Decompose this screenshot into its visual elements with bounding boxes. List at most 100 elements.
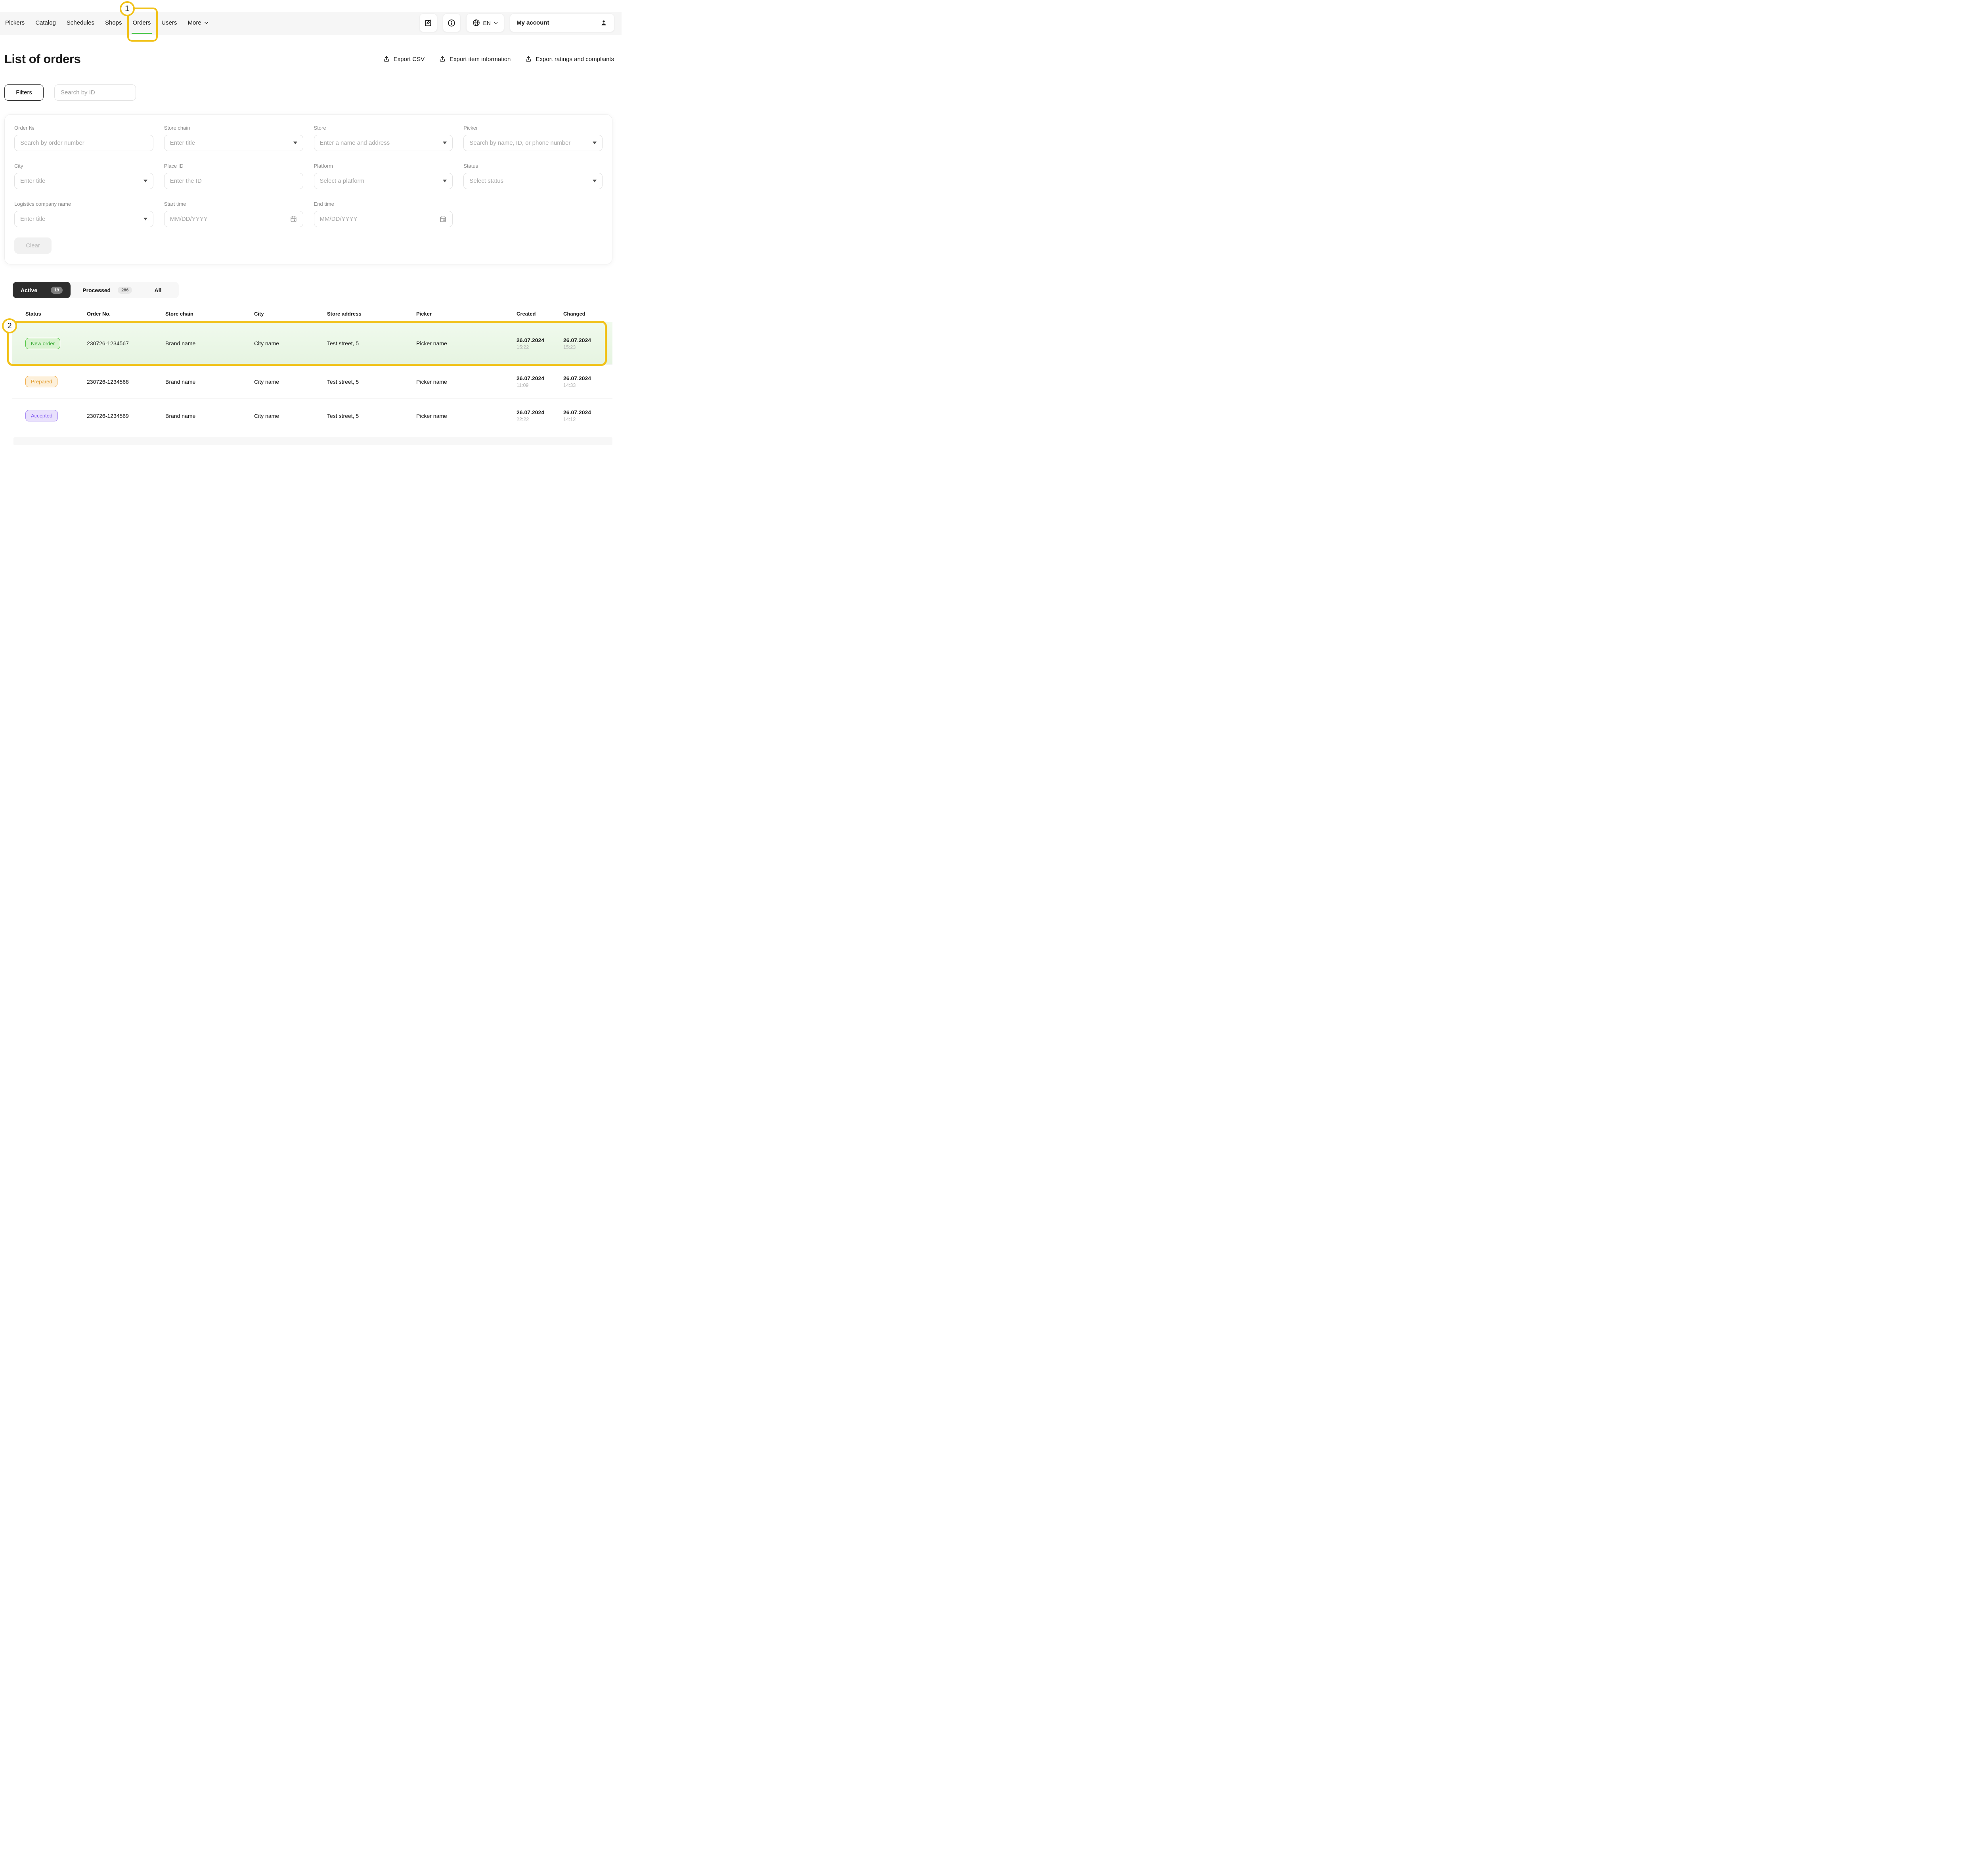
tab-processed-count-badge: 286: [118, 287, 132, 294]
start-time-date-input[interactable]: MM/DD/YYYY: [164, 211, 303, 227]
export-item-information-label: Export item information: [450, 56, 511, 63]
nav-item-more-label: More: [188, 19, 201, 26]
filter-field-logistics-company: Logistics company name Enter title: [14, 201, 153, 227]
cell-changed: 26.07.2024 14:12: [563, 409, 612, 422]
cell-store-chain: Brand name: [165, 379, 254, 385]
my-account-button[interactable]: My account: [510, 13, 614, 32]
dropdown-caret-icon: [443, 180, 447, 182]
export-csv-button[interactable]: Export CSV: [383, 56, 425, 63]
cell-changed: 26.07.2024 14:33: [563, 375, 612, 388]
end-time-date-input[interactable]: MM/DD/YYYY: [314, 211, 453, 227]
orders-table: Status Order No. Store chain City Store …: [12, 298, 612, 445]
field-label: Start time: [164, 201, 303, 207]
column-header-store-address: Store address: [327, 311, 416, 317]
status-badge: Accepted: [25, 410, 58, 421]
filter-grid: Order № Store chain Enter title Store En…: [14, 125, 603, 227]
clear-filters-button[interactable]: Clear: [14, 237, 52, 254]
info-button[interactable]: [443, 13, 461, 32]
nav-item-pickers[interactable]: Pickers: [5, 11, 25, 34]
filter-field-picker: Picker Search by name, ID, or phone numb…: [463, 125, 603, 151]
column-header-status: Status: [25, 311, 87, 317]
nav-item-orders[interactable]: Orders 1: [133, 11, 151, 34]
status-select[interactable]: Select status: [463, 173, 603, 189]
cell-changed: 26.07.2024 15:23: [563, 337, 612, 350]
city-select[interactable]: Enter title: [14, 173, 153, 189]
store-select[interactable]: Enter a name and address: [314, 135, 453, 151]
nav-item-shops[interactable]: Shops: [105, 11, 122, 34]
order-number-text-input[interactable]: [20, 140, 147, 146]
field-label: Order №: [14, 125, 153, 131]
export-csv-label: Export CSV: [394, 56, 425, 63]
list-controls: Filters: [4, 84, 622, 101]
place-id-text-input[interactable]: [170, 178, 297, 184]
logistics-company-select[interactable]: Enter title: [14, 211, 153, 227]
created-date: 26.07.2024: [517, 409, 563, 415]
cell-picker: Picker name: [416, 413, 517, 419]
nav-item-schedules[interactable]: Schedules: [67, 11, 94, 34]
cell-store-chain: Brand name: [165, 413, 254, 419]
field-label: City: [14, 163, 153, 169]
export-ratings-complaints-label: Export ratings and complaints: [536, 56, 614, 63]
top-navigation-bar: Pickers Catalog Schedules Shops Orders 1…: [0, 12, 622, 34]
created-time: 22:22: [517, 417, 563, 422]
cell-created: 26.07.2024 11:09: [517, 375, 563, 388]
table-row[interactable]: Prepared 230726-1234568 Brand name City …: [12, 364, 612, 398]
select-placeholder: Enter title: [170, 140, 195, 146]
changed-time: 14:33: [563, 383, 612, 388]
place-id-input[interactable]: [164, 173, 303, 189]
cell-picker: Picker name: [416, 379, 517, 385]
search-by-id-input[interactable]: [54, 84, 136, 101]
changed-date: 26.07.2024: [563, 375, 612, 381]
created-date: 26.07.2024: [517, 337, 563, 343]
cell-created: 26.07.2024 15:22: [517, 337, 563, 350]
tab-active[interactable]: Active 19: [13, 282, 71, 298]
filter-field-end-time: End time MM/DD/YYYY: [314, 201, 453, 227]
cell-created: 26.07.2024 22:22: [517, 409, 563, 422]
language-selector[interactable]: EN: [466, 13, 504, 32]
language-code: EN: [483, 20, 491, 26]
order-number-input[interactable]: [14, 135, 153, 151]
nav-item-catalog[interactable]: Catalog: [35, 11, 56, 34]
store-chain-select[interactable]: Enter title: [164, 135, 303, 151]
my-account-label: My account: [517, 19, 549, 26]
cell-picker: Picker name: [416, 340, 517, 346]
select-placeholder: Enter title: [20, 216, 45, 222]
column-header-store-chain: Store chain: [165, 311, 254, 317]
select-placeholder: Search by name, ID, or phone number: [469, 140, 570, 146]
platform-select[interactable]: Select a platform: [314, 173, 453, 189]
filter-field-start-time: Start time MM/DD/YYYY: [164, 201, 303, 227]
edit-button[interactable]: [419, 13, 437, 32]
column-header-city: City: [254, 311, 327, 317]
tab-all[interactable]: All: [144, 282, 179, 298]
calendar-icon: [290, 215, 297, 223]
filters-button[interactable]: Filters: [4, 84, 44, 101]
date-placeholder: MM/DD/YYYY: [320, 216, 358, 222]
page-title: List of orders: [4, 52, 80, 66]
field-label: Platform: [314, 163, 453, 169]
column-header-picker: Picker: [416, 311, 517, 317]
created-date: 26.07.2024: [517, 375, 563, 381]
tab-processed[interactable]: Processed 286: [71, 282, 144, 298]
dropdown-caret-icon: [443, 142, 447, 144]
table-row[interactable]: Accepted 230726-1234569 Brand name City …: [12, 398, 612, 433]
primary-nav: Pickers Catalog Schedules Shops Orders 1…: [5, 11, 209, 34]
field-label: End time: [314, 201, 453, 207]
export-ratings-complaints-button[interactable]: Export ratings and complaints: [525, 56, 614, 63]
filter-field-platform: Platform Select a platform: [314, 163, 453, 189]
export-item-information-button[interactable]: Export item information: [439, 56, 511, 63]
column-header-order-no: Order No.: [87, 311, 165, 317]
filter-field-order-number: Order №: [14, 125, 153, 151]
nav-item-more[interactable]: More: [188, 11, 209, 34]
cell-city: City name: [254, 340, 327, 346]
filter-field-store-chain: Store chain Enter title: [164, 125, 303, 151]
dropdown-caret-icon: [593, 180, 597, 182]
picker-select[interactable]: Search by name, ID, or phone number: [463, 135, 603, 151]
tab-active-count-badge: 19: [51, 287, 63, 294]
dropdown-caret-icon: [293, 142, 297, 144]
nav-item-users[interactable]: Users: [161, 11, 177, 34]
column-header-changed: Changed: [563, 311, 612, 317]
table-row[interactable]: 2 New order 230726-1234567 Brand name Ci…: [12, 322, 612, 364]
tab-active-label: Active: [21, 287, 37, 293]
field-label: Logistics company name: [14, 201, 153, 207]
chevron-down-icon: [494, 21, 498, 25]
